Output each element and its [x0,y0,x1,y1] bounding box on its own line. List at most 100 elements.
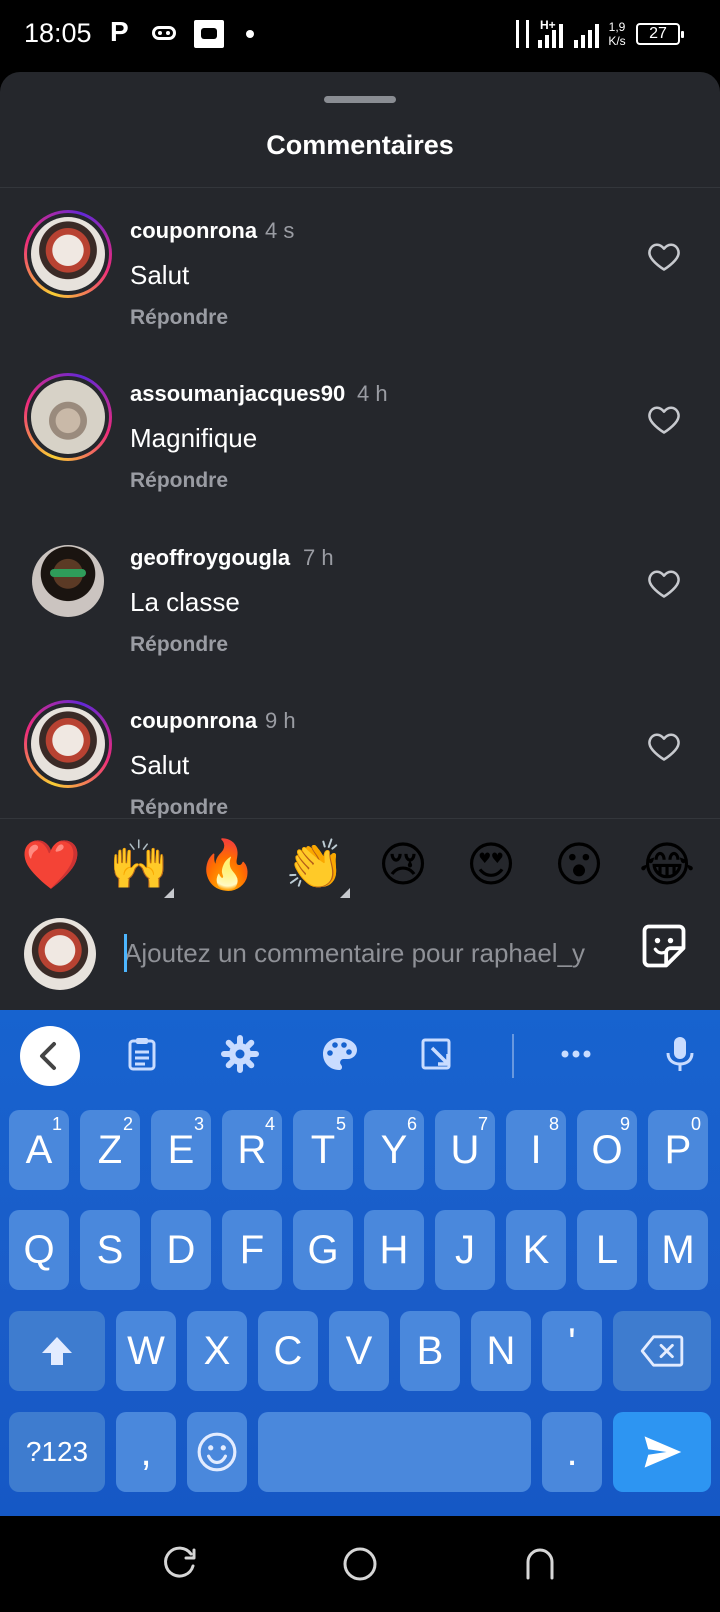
clipboard-icon[interactable] [122,1034,162,1074]
comment-username[interactable]: geoffroygougla [130,545,290,571]
data-transfer-icon [512,20,534,50]
key-a[interactable]: A1 [9,1110,69,1190]
key-x[interactable]: X [187,1311,247,1391]
comment-username[interactable]: couponrona [130,218,257,244]
comment-time: 9 h [265,708,296,733]
key-u[interactable]: U7 [435,1110,495,1190]
send-icon [644,1436,682,1468]
key-y[interactable]: Y6 [364,1110,424,1190]
key-label: T [310,1128,336,1172]
avatar-image [50,569,86,577]
symbols-key[interactable]: ?123 [9,1412,105,1492]
avatar [24,918,96,990]
comment-username[interactable]: couponrona [130,708,257,734]
key-g[interactable]: G [293,1210,353,1290]
reply-button[interactable]: Répondre [130,469,228,493]
comment-item: assoumanjacques90 4 h Magnifique Répondr… [0,351,720,519]
key-label: U [450,1128,480,1172]
back-icon[interactable] [520,1544,560,1584]
period-key[interactable]: . [542,1412,602,1492]
backspace-key[interactable] [613,1311,711,1391]
key-label: P [664,1128,692,1172]
reaction-clap[interactable]: 👏 [283,834,347,898]
palette-icon[interactable] [319,1034,359,1074]
heart-outline-icon[interactable] [646,728,682,764]
key-c[interactable]: C [258,1311,318,1391]
battery-icon: 27 [636,23,684,45]
quick-reactions: ❤️ 🙌 🔥 👏 😢 😍 😮 😂 [0,834,720,904]
status-bar: 18:05 P H+ 1,9 K/s 27 [0,0,720,72]
heart-outline-icon[interactable] [646,565,682,601]
key-hint: 7 [477,1114,488,1134]
avatar[interactable] [32,545,104,617]
key-j[interactable]: J [435,1210,495,1290]
avatar[interactable] [24,700,112,788]
reaction-fire[interactable]: 🔥 [195,834,259,898]
key-i[interactable]: I8 [506,1110,566,1190]
key-m[interactable]: M [648,1210,708,1290]
space-key[interactable] [258,1412,531,1492]
key-label: I [530,1128,542,1172]
reaction-raised-hands[interactable]: 🙌 [107,834,171,898]
key-q[interactable]: Q [9,1210,69,1290]
comment-input[interactable] [124,932,614,974]
avatar[interactable] [24,373,112,461]
heart-outline-icon[interactable] [646,401,682,437]
key-e[interactable]: E3 [151,1110,211,1190]
reaction-laughing[interactable]: 😂 [635,834,699,898]
key-w[interactable]: W [116,1311,176,1391]
reaction-heart-eyes[interactable]: 😍 [459,834,523,898]
key-hint: 8 [548,1114,559,1134]
status-time: 18:05 [24,18,92,48]
key-z[interactable]: Z2 [80,1110,140,1190]
backspace-icon [640,1335,684,1367]
sheet-title: Commentaires [266,130,454,160]
comment-time: 4 h [357,381,388,406]
key-p[interactable]: P0 [648,1110,708,1190]
key-n[interactable]: N [471,1311,531,1391]
avatar[interactable] [24,210,112,298]
key-f[interactable]: F [222,1210,282,1290]
comment-composer [0,910,720,1010]
key-l[interactable]: L [577,1210,637,1290]
reaction-heart[interactable]: ❤️ [19,834,83,898]
comma-key[interactable]: , [116,1412,176,1492]
gear-icon[interactable] [220,1034,260,1074]
reaction-crying[interactable]: 😢 [371,834,435,898]
microphone-icon[interactable] [660,1034,700,1074]
key-o[interactable]: O9 [577,1110,637,1190]
reaction-surprised[interactable]: 😮 [547,834,611,898]
send-key[interactable] [613,1412,711,1492]
key-hint: 4 [264,1114,275,1134]
more-icon[interactable] [556,1034,596,1074]
chevron-left-icon[interactable] [20,1026,80,1086]
key-k[interactable]: K [506,1210,566,1290]
drag-handle[interactable] [324,96,396,103]
key-d[interactable]: D [151,1210,211,1290]
reply-button[interactable]: Répondre [130,796,228,818]
heart-outline-icon[interactable] [646,238,682,274]
reply-button[interactable]: Répondre [130,306,228,330]
key-v[interactable]: V [329,1311,389,1391]
emoji-key[interactable] [187,1412,247,1492]
key-b[interactable]: B [400,1311,460,1391]
shift-key[interactable] [9,1311,105,1391]
signal-icon [538,24,563,48]
home-icon[interactable] [340,1544,380,1584]
resize-icon[interactable] [418,1034,458,1074]
key-h[interactable]: H [364,1210,424,1290]
recent-apps-icon[interactable] [160,1544,200,1584]
comment-time: 7 h [303,545,334,570]
avatar-image [31,217,105,291]
sticker-icon[interactable] [638,920,690,972]
key-t[interactable]: T5 [293,1110,353,1190]
reply-button[interactable]: Répondre [130,633,228,657]
comment-username[interactable]: assoumanjacques90 [130,381,345,407]
key-s[interactable]: S [80,1210,140,1290]
key-r[interactable]: R4 [222,1110,282,1190]
signal-icon [574,24,599,48]
keyboard-toolbar [0,1010,720,1100]
key-apostrophe[interactable]: ' [542,1311,602,1391]
comment-list[interactable]: couponrona 4 s Salut Répondre assoumanja… [0,188,720,818]
comment-text: Salut [130,750,190,780]
